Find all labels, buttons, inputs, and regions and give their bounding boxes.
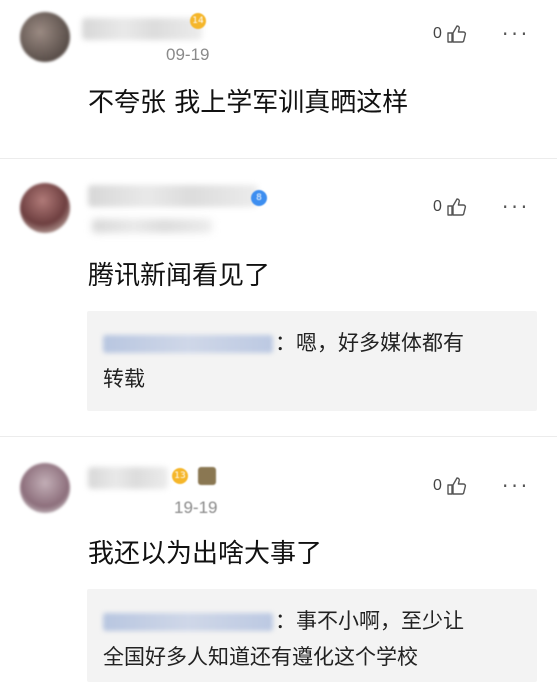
reply-text-line1: ：嗯，好多媒体都有 (275, 331, 464, 355)
more-options-button[interactable]: ··· (502, 476, 530, 496)
medal-icon (198, 467, 216, 485)
comment-item: 8 0 ··· 腾讯新闻看见了 ：嗯，好多媒体都有 转载 (0, 159, 557, 436)
more-options-button[interactable]: ··· (502, 197, 530, 217)
comment-item: 13 19-19 0 ··· 我还以为出啥大事了 ：事不小啊，至少让 全国好多人… (0, 437, 557, 682)
username[interactable] (82, 18, 202, 40)
comment-date: 09-19 (166, 45, 210, 64)
more-options-button[interactable]: ··· (502, 24, 530, 44)
username[interactable] (88, 467, 168, 489)
like-button[interactable]: 0 (433, 476, 468, 496)
like-count: 0 (433, 25, 442, 42)
reply-text-line1: ：事不小啊，至少让 (275, 609, 464, 633)
thumbs-up-icon (447, 198, 466, 216)
avatar[interactable] (20, 12, 70, 62)
avatar[interactable] (20, 183, 70, 233)
like-button[interactable]: 0 (433, 24, 468, 44)
comment-text: 不夸张 我上学军训真晒这样 (88, 88, 409, 118)
comment-text: 我还以为出啥大事了 (88, 539, 323, 569)
reply-text-line2: 全国好多人知道还有遵化这个学校 (103, 645, 418, 669)
reply-username[interactable] (103, 335, 273, 353)
comment-text: 腾讯新闻看见了 (88, 261, 271, 291)
like-count: 0 (433, 198, 442, 215)
level-badge: 13 (172, 468, 188, 484)
comment-item: 14 09-19 0 ··· 不夸张 我上学军训真晒这样 (0, 0, 557, 158)
comment-list: 14 09-19 0 ··· 不夸张 我上学军训真晒这样 8 0 ··· 腾讯新… (0, 0, 557, 682)
reply-box[interactable]: ：嗯，好多媒体都有 转载 (87, 311, 537, 411)
thumbs-up-icon (447, 25, 466, 43)
level-badge: 14 (190, 13, 206, 29)
reply-username[interactable] (103, 613, 273, 631)
like-count: 0 (433, 477, 442, 494)
reply-text-line2: 转载 (103, 367, 145, 391)
reply-box[interactable]: ：事不小啊，至少让 全国好多人知道还有遵化这个学校 (87, 589, 537, 682)
username[interactable] (88, 185, 258, 207)
comment-date: 19-19 (174, 498, 218, 517)
like-button[interactable]: 0 (433, 197, 468, 217)
avatar[interactable] (20, 463, 70, 513)
level-badge: 8 (251, 190, 267, 206)
thumbs-up-icon (447, 477, 466, 495)
comment-date (92, 219, 212, 233)
